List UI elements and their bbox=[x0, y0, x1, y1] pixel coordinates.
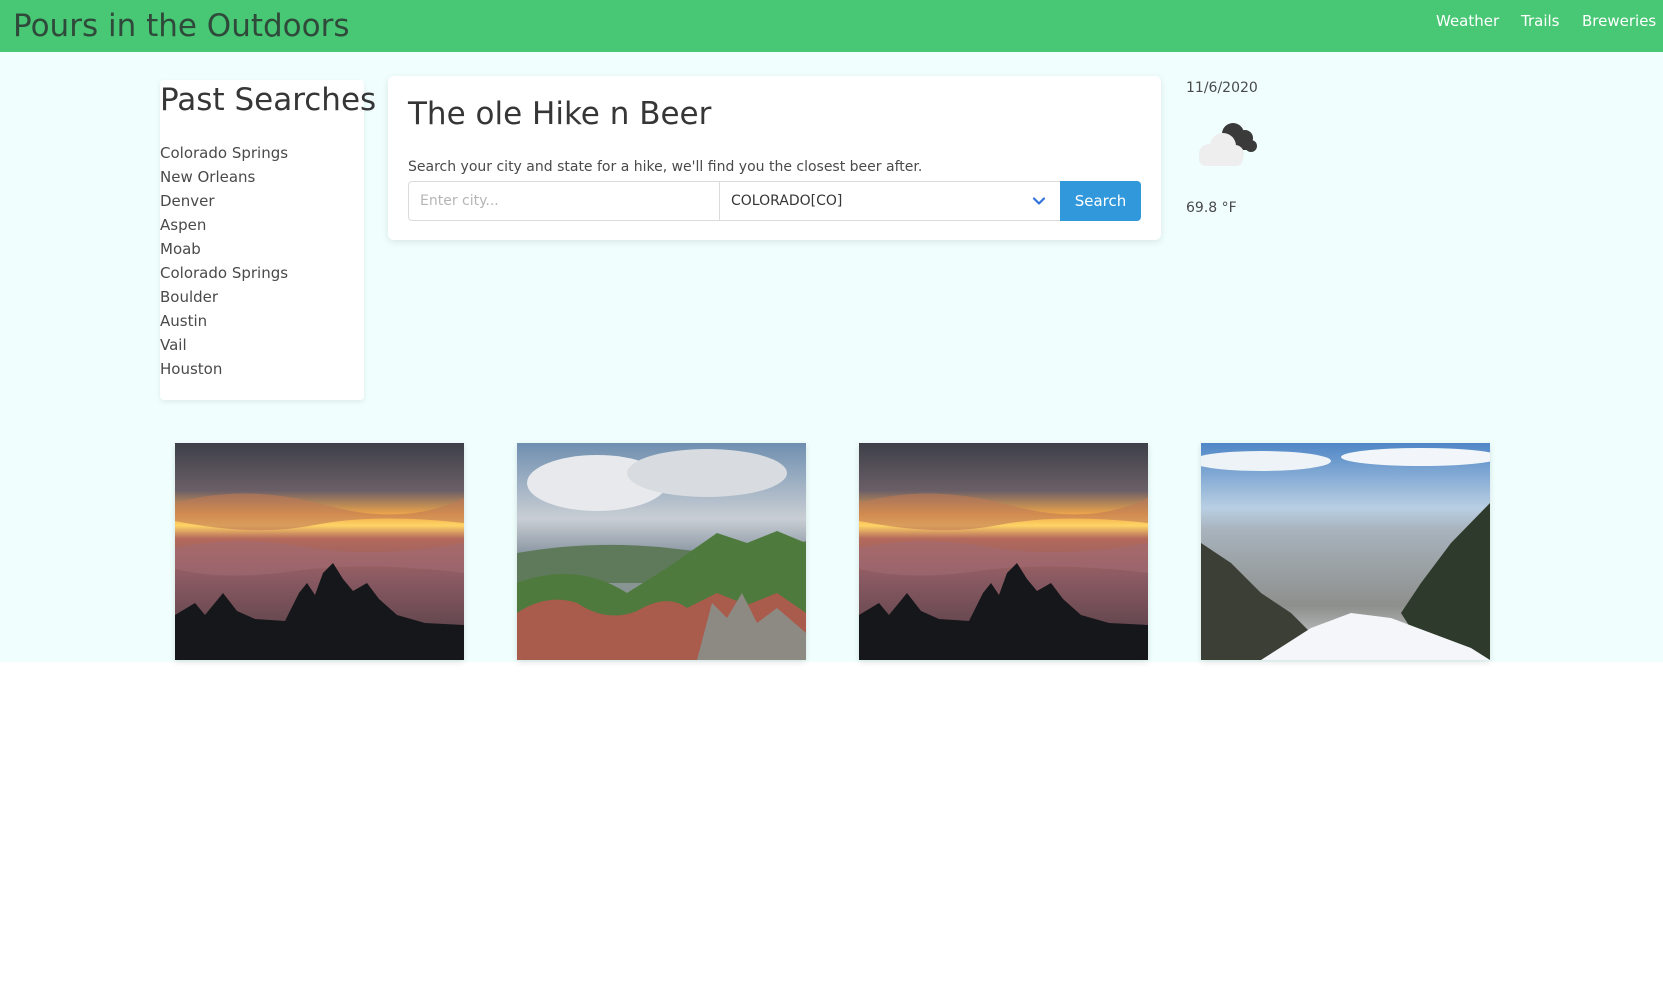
state-select-value: COLORADO[CO] bbox=[731, 193, 843, 209]
search-card-title: The ole Hike n Beer bbox=[408, 96, 712, 132]
past-searches-title: Past Searches bbox=[160, 82, 377, 118]
nav-link-trails[interactable]: Trails bbox=[1521, 9, 1559, 33]
past-search-item[interactable]: Houston bbox=[160, 357, 288, 381]
past-search-item[interactable]: Colorado Springs bbox=[160, 141, 288, 165]
search-card: The ole Hike n Beer Search your city and… bbox=[388, 76, 1161, 240]
trail-image bbox=[175, 443, 464, 660]
city-input[interactable] bbox=[408, 181, 720, 221]
past-search-item[interactable]: New Orleans bbox=[160, 165, 288, 189]
search-button[interactable]: Search bbox=[1060, 181, 1141, 221]
navbar: Pours in the Outdoors Weather Trails Bre… bbox=[0, 0, 1663, 52]
past-search-item[interactable]: Denver bbox=[160, 189, 288, 213]
past-searches-list: Colorado Springs New Orleans Denver Aspe… bbox=[160, 141, 288, 381]
search-description: Search your city and state for a hike, w… bbox=[408, 159, 923, 175]
nav-link-weather[interactable]: Weather bbox=[1436, 9, 1499, 33]
past-search-item[interactable]: Boulder bbox=[160, 285, 288, 309]
weather-temperature: 69.8 °F bbox=[1186, 200, 1237, 216]
trail-image bbox=[859, 443, 1148, 660]
past-search-item[interactable]: Vail bbox=[160, 333, 288, 357]
trail-card[interactable] bbox=[1201, 443, 1490, 660]
past-search-item[interactable]: Aspen bbox=[160, 213, 288, 237]
trail-card[interactable] bbox=[517, 443, 806, 660]
past-search-item[interactable]: Moab bbox=[160, 237, 288, 261]
chevron-down-icon bbox=[1032, 197, 1046, 205]
past-search-item[interactable]: Austin bbox=[160, 309, 288, 333]
past-searches-panel: Past Searches Colorado Springs New Orlea… bbox=[160, 80, 377, 400]
cloudy-icon bbox=[1199, 123, 1257, 166]
weather-date: 11/6/2020 bbox=[1186, 80, 1258, 96]
past-search-item[interactable]: Colorado Springs bbox=[160, 261, 288, 285]
trail-card[interactable] bbox=[859, 443, 1148, 660]
trail-image bbox=[517, 443, 806, 660]
trail-image bbox=[1201, 443, 1490, 660]
nav-link-breweries[interactable]: Breweries bbox=[1582, 9, 1656, 33]
trail-card[interactable] bbox=[175, 443, 464, 660]
state-select[interactable]: COLORADO[CO] bbox=[719, 181, 1062, 221]
brand-title[interactable]: Pours in the Outdoors bbox=[13, 6, 350, 46]
